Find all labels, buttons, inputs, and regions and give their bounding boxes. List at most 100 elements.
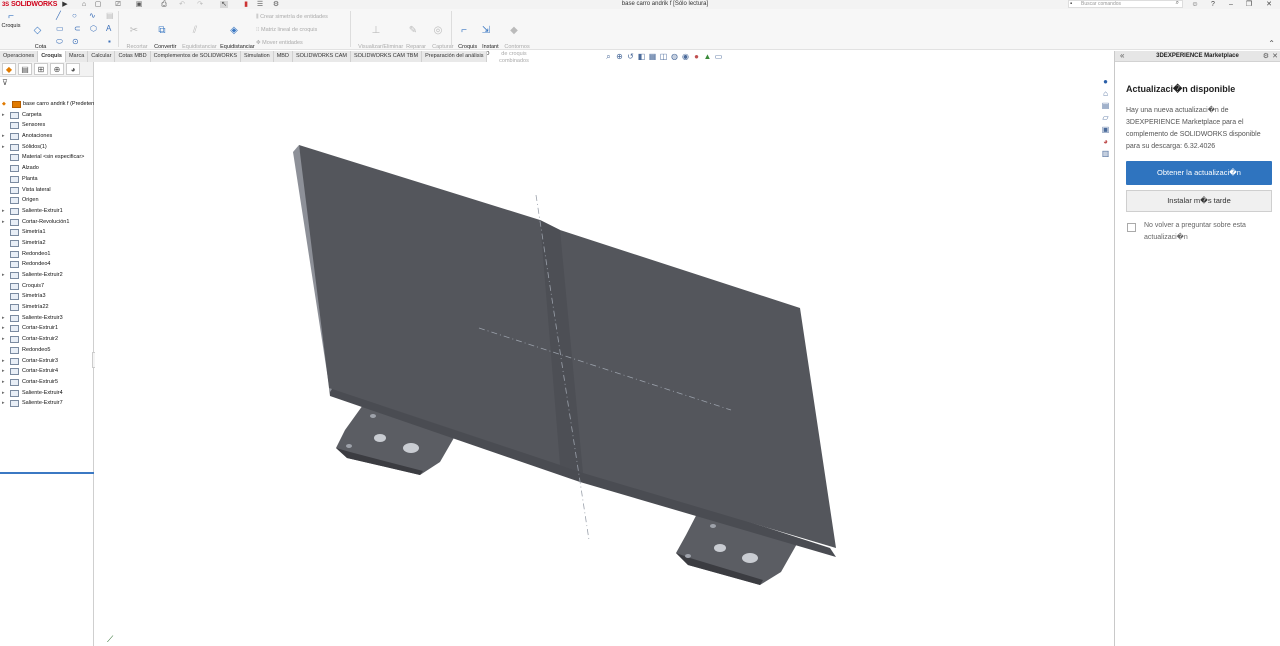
appearance-icon[interactable]: ●	[692, 52, 701, 62]
user-icon[interactable]: ☺	[1189, 0, 1201, 9]
hide-show-icon[interactable]: ◉	[681, 52, 690, 62]
tab-preparacion-analisis[interactable]: Preparación del análisis	[422, 51, 488, 62]
search-icon[interactable]: ⌕	[1176, 0, 1179, 6]
expand-arrow-icon[interactable]: ▸	[2, 366, 7, 377]
dynamic-annotation-icon[interactable]: ▦	[648, 52, 657, 62]
tree-item[interactable]: Simetría22	[0, 302, 94, 313]
restore-icon[interactable]: ❐	[1243, 0, 1255, 9]
tree-item[interactable]: Simetría3	[0, 291, 94, 302]
view-palette-icon[interactable]: ▣	[1100, 124, 1111, 135]
move-entities-button[interactable]: ✥ Mover entidades	[256, 39, 303, 48]
home-icon[interactable]: ⌂	[80, 1, 88, 8]
tree-item[interactable]: ▸ Sólidos(1)	[0, 142, 94, 153]
install-later-button[interactable]: Instalar m�s tarde	[1126, 190, 1272, 212]
tab-calcular[interactable]: Calcular	[88, 51, 116, 62]
tree-filter[interactable]: ⊽	[0, 77, 93, 89]
tree-item[interactable]: Simetría1	[0, 227, 94, 238]
tree-item[interactable]: Vista lateral	[0, 185, 94, 196]
zoom-to-fit-icon[interactable]: ⌕	[604, 52, 613, 62]
rollback-bar[interactable]	[0, 472, 94, 474]
tree-root-part[interactable]: ◆ base carro andrik f (Predeterminado)	[0, 99, 94, 110]
tree-item[interactable]: ▸ Saliente-Extruir1	[0, 206, 94, 217]
spline-tool-icon[interactable]: ∿	[89, 11, 96, 20]
play-icon[interactable]: ▶	[61, 1, 69, 8]
expand-arrow-icon[interactable]: ▸	[2, 270, 7, 281]
slot-tool-icon[interactable]: ⊂	[74, 24, 81, 33]
solidworks-logo[interactable]: 3S SOLIDWORKS	[2, 0, 57, 9]
redo-icon[interactable]: ↷	[196, 1, 204, 8]
tree-item[interactable]: Planta	[0, 174, 94, 185]
mirror-entities-button[interactable]: ⫼ Crear simetría de entidades	[256, 13, 328, 22]
tab-complementos[interactable]: Complementos de SOLIDWORKS	[150, 51, 242, 62]
file-explorer-icon[interactable]: ▱	[1100, 112, 1111, 123]
dont-ask-again-label[interactable]: No volver a preguntar sobre esta actuali…	[1144, 220, 1274, 244]
expand-arrow-icon[interactable]: ▸	[2, 388, 7, 399]
home-icon[interactable]: ⌂	[1100, 88, 1111, 99]
expand-arrow-icon[interactable]: ▸	[2, 313, 7, 324]
tree-item[interactable]: ▸ Cortar-Extruir1	[0, 323, 94, 334]
tree-item[interactable]: Material <sin especificar>	[0, 152, 94, 163]
tree-item[interactable]: Redondeo1	[0, 249, 94, 260]
tree-item[interactable]: ▸ Cortar-Extruir4	[0, 366, 94, 377]
help-icon[interactable]: ?	[1207, 0, 1219, 9]
file-properties-icon[interactable]: ☰	[256, 1, 264, 8]
graphics-area[interactable]: ⟋	[95, 62, 1113, 646]
tree-item[interactable]: Alzado	[0, 163, 94, 174]
linear-pattern-button[interactable]: ⁝⁝ Matriz lineal de croquis	[256, 26, 317, 35]
display-manager-tab-icon[interactable]: ◕	[66, 63, 80, 75]
view-settings-icon[interactable]: ▭	[714, 52, 723, 62]
close-window-icon[interactable]: ✕	[1263, 0, 1275, 9]
expand-arrow-icon[interactable]: ▸	[2, 217, 7, 228]
configuration-manager-tab-icon[interactable]: ⊞	[34, 63, 48, 75]
appearances-icon[interactable]: ◕	[1100, 136, 1111, 147]
previous-view-icon[interactable]: ↺	[626, 52, 635, 62]
tab-solidworks-cam[interactable]: SOLIDWORKS CAM	[292, 51, 351, 62]
tree-item[interactable]: ▸ Carpeta	[0, 110, 94, 121]
property-manager-tab-icon[interactable]: ▤	[18, 63, 32, 75]
tab-mbd[interactable]: MBD	[273, 51, 293, 62]
expand-arrow-icon[interactable]: ▸	[2, 377, 7, 388]
text-tool-icon[interactable]: A	[106, 24, 111, 33]
tree-item[interactable]: ▸ Anotaciones	[0, 131, 94, 142]
dont-ask-again-checkbox[interactable]	[1127, 223, 1136, 232]
tree-item[interactable]: ▸ Cortar-Extruir5	[0, 377, 94, 388]
dimxpert-tab-icon[interactable]: ⊕	[50, 63, 64, 75]
panel-close-icon[interactable]: ✕	[1272, 51, 1278, 62]
tab-croquis[interactable]: Croquis	[38, 51, 66, 62]
tree-item[interactable]: Croquis7	[0, 281, 94, 292]
display-style-icon[interactable]: ◍	[670, 52, 679, 62]
save-icon[interactable]: ▣	[135, 1, 143, 8]
tree-item[interactable]: Origen	[0, 195, 94, 206]
zoom-area-icon[interactable]: ⊕	[615, 52, 624, 62]
tree-item[interactable]: ▸ Saliente-Extruir7	[0, 398, 94, 409]
circle-tool-icon[interactable]: ○	[72, 11, 77, 20]
tree-item[interactable]: ▸ Cortar-Extruir2	[0, 334, 94, 345]
plane-tool-icon[interactable]: ▪	[108, 37, 111, 46]
sketch-button[interactable]: ⌐ Croquis	[0, 12, 22, 30]
polygon-tool-icon[interactable]: ⬡	[90, 24, 97, 33]
expand-arrow-icon[interactable]: ▸	[2, 323, 7, 334]
tab-operaciones[interactable]: Operaciones	[0, 51, 39, 62]
get-update-button[interactable]: Obtener la actualizaci�n	[1126, 161, 1272, 185]
design-library-icon[interactable]: ▤	[1100, 100, 1111, 111]
point-tool-icon[interactable]: ⊙	[72, 37, 79, 46]
line-tool-icon[interactable]: ╱	[56, 11, 61, 20]
expand-arrow-icon[interactable]: ▸	[2, 398, 7, 409]
section-view-icon[interactable]: ◧	[637, 52, 646, 62]
resources-icon[interactable]: ●	[1100, 76, 1111, 87]
command-search-input[interactable]: ▪ Buscar comandos ⌕	[1068, 0, 1183, 8]
minimize-icon[interactable]: –	[1225, 0, 1237, 9]
tree-item[interactable]: ▸ Cortar-Revolución1	[0, 217, 94, 228]
ellipse-tool-icon[interactable]: ⬭	[56, 37, 63, 46]
panel-settings-icon[interactable]: ⚙	[1263, 51, 1269, 62]
tree-item[interactable]: ▸ Saliente-Extruir2	[0, 270, 94, 281]
expand-arrow-icon[interactable]: ▸	[2, 110, 7, 121]
tab-solidworks-cam-tbm[interactable]: SOLIDWORKS CAM TBM	[350, 51, 423, 62]
tree-item[interactable]: Sensores	[0, 120, 94, 131]
tree-item[interactable]: Simetría2	[0, 238, 94, 249]
tree-item[interactable]: Redondeo5	[0, 345, 94, 356]
print-icon[interactable]: ⎙	[160, 1, 168, 8]
expand-arrow-icon[interactable]: ▸	[2, 142, 7, 153]
filter-icon[interactable]: ⊽	[2, 79, 8, 87]
expand-arrow-icon[interactable]: ▸	[2, 334, 7, 345]
